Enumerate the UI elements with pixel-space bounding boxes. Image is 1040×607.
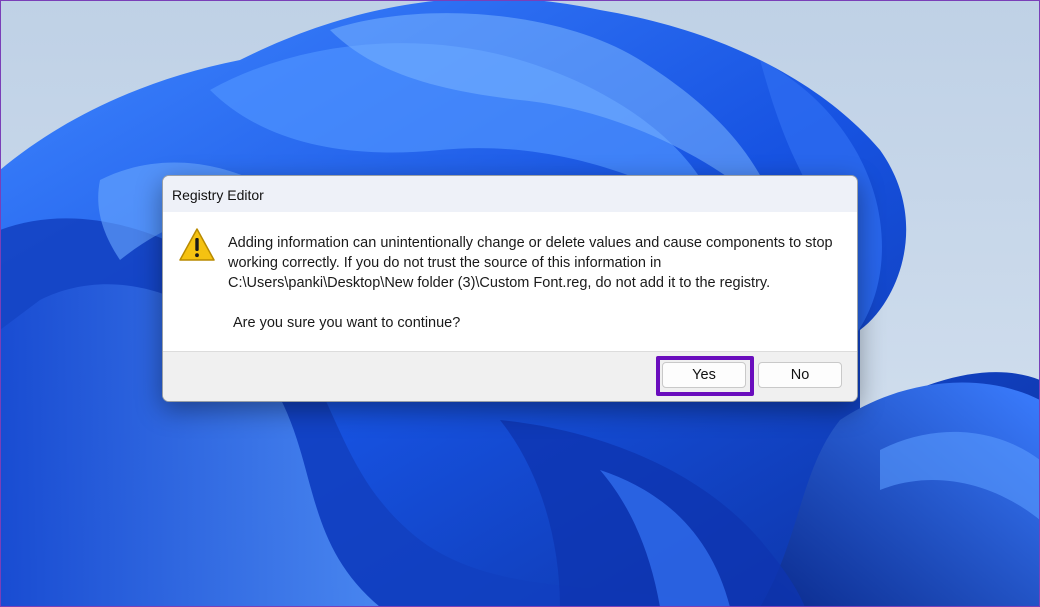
warning-icon (179, 228, 215, 261)
dialog-title: Registry Editor (172, 187, 264, 203)
dialog-titlebar[interactable]: Registry Editor (163, 176, 857, 212)
dialog-message: Adding information can unintentionally c… (228, 235, 833, 291)
dialog-button-bar: Yes No (163, 351, 857, 401)
no-button[interactable]: No (758, 362, 842, 388)
registry-editor-dialog: Registry Editor Adding information can u… (162, 175, 858, 402)
yes-button[interactable]: Yes (662, 362, 746, 388)
dialog-question: Are you sure you want to continue? (233, 315, 461, 331)
